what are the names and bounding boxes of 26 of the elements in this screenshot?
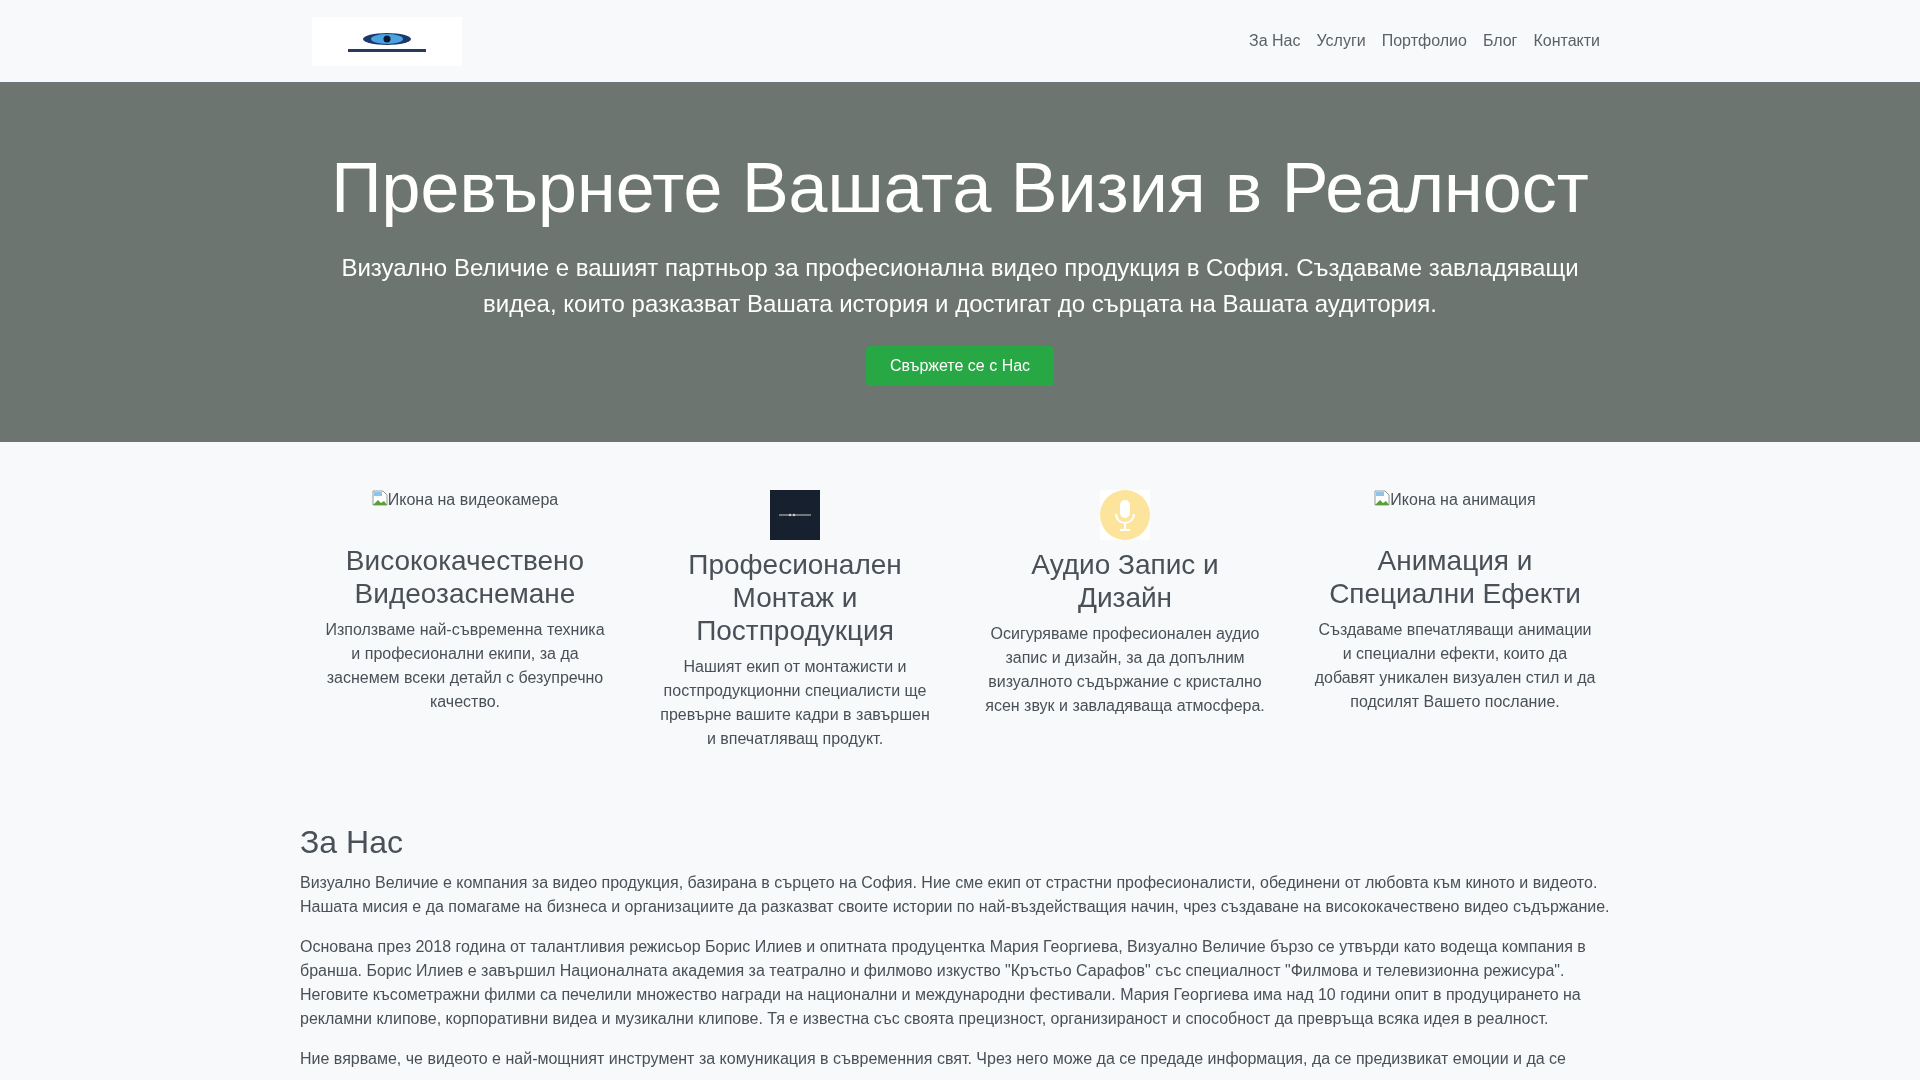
- feature-title: Професионален Монтаж и Постпродукция: [687, 548, 903, 647]
- hero-lead: Визуално Величие е вашият партньор за професионална видео продукция в София. Създаваме завладяващи видеа, които разказват Вашата история и достигат до сърцата на Вашата аудитория.: [340, 253, 1580, 319]
- feature-title: Аудио Запис и Дизайн: [1030, 548, 1220, 614]
- contact-button[interactable]: Свържете се с Нас: [865, 346, 1055, 386]
- timeline-icon: [770, 490, 820, 540]
- feature-title: Анимация и Специални Ефекти: [1328, 544, 1582, 610]
- about-paragraph: Основана през 2018 година от талантливия режисьор Борис Илиев и опитната продуцентка Мария Георгиева, Визуално Величие бързо се утвърди като водеща компания в бранша. Борис Илиев е завършил Националната академия за театрално и филмово изкуство "Кръстьо Сарафов" със специалност "Филмова и телевизионна режисура". Неговите късометражни филми са печелили множество награди на национални и международни фестивали. Мария Георгиева има над 10 години опит в продуцирането на рекламни клипове, корпоративни видеа и музикални клипове. Тя е известна със своята прецизност, организираност и способност да превръща всяка идея в реалност.: [300, 937, 1587, 1029]
- nav-link[interactable]: Портфолио: [1373, 24, 1475, 58]
- nav-link[interactable]: Контакти: [1525, 24, 1608, 58]
- broken-image-icon: [371, 490, 388, 506]
- broken-image: Икона на анимация: [1374, 490, 1536, 514]
- nav-link[interactable]: За Нас: [1241, 24, 1309, 58]
- feature-title: Висококачествено Видеозаснемане: [344, 544, 586, 610]
- about-paragraph: Ние вярваме, че видеото е най-мощният инструмент за комуникация в съвременния свят. Чрез него може да се предаде информация, да се предизвикат емоции и да се: [300, 1049, 1567, 1069]
- feature-text: Създаваме впечатляващи анимации и специални ефекти, които да добавят уникален визуален стил и да подсилят Вашето послание.: [1314, 620, 1596, 712]
- broken-image-icon: [1374, 490, 1391, 506]
- feature-text: Осигуряваме професионален аудио запис и дизайн, за да допълним визуалното съдържание с кристално ясен звук и завладяваща атмосфера.: [984, 624, 1266, 716]
- hero-title: Превърнете Вашата Визия в Реалност: [330, 148, 1590, 229]
- nav-link[interactable]: Блог: [1474, 24, 1526, 58]
- section-title: За Нас: [300, 823, 404, 861]
- about-paragraph: Визуално Величие е компания за видео продукция, базирана в сърцето на София. Ние сме екип от страстни професионалисти, обединени от любовта към киното и видеото. Нашата мисия е да помагаме на бизнеса и организациите да разказват своите истории по най-въздействащия начин, чрез създаване на висококачествено видео съдържание.: [300, 873, 1611, 917]
- feature-text: Нашият екип от монтажисти и постпродукционни специалисти ще превърне вашите кадри в завършен и впечатляващ продукт.: [659, 657, 931, 749]
- nav-link[interactable]: Услуги: [1308, 24, 1374, 58]
- microphone-icon: [1100, 490, 1150, 540]
- broken-image: Икона на видеокамера: [371, 490, 559, 514]
- feature-text: Използваме най-съвременна техника и професионални екипи, за да заснемем всеки детайл с безупречно качество.: [324, 620, 606, 712]
